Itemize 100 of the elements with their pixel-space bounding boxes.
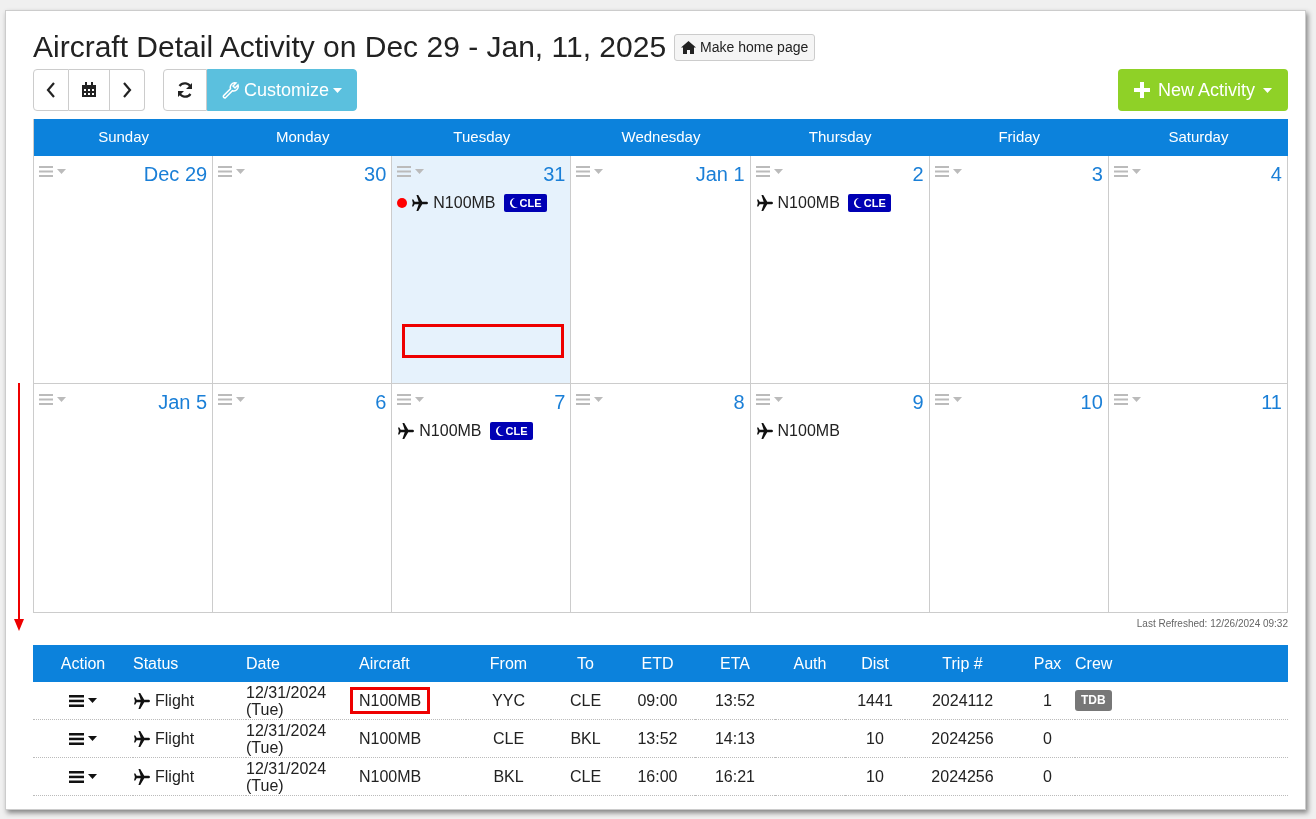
last-refreshed-text: Last Refreshed: 12/26/2024 09:32 [1135,617,1288,631]
menu-icon [69,732,84,745]
status-text: Flight [155,730,195,747]
day-number: 3 [1091,162,1103,187]
caret-icon [236,397,246,402]
day-number: 4 [1270,162,1282,187]
day-menu-button[interactable] [576,394,604,405]
refresh-icon [176,81,194,99]
day-number: 9 [912,390,924,415]
aircraft-event[interactable]: N100MB [777,419,840,443]
date-cell: 12/31/2024 (Tue) [246,720,359,758]
table-cell: CLE [569,692,602,709]
day-number: 10 [1080,390,1103,415]
table-cell: 14:13 [714,730,755,747]
page-title: Aircraft Detail Activity on Dec 29 - Jan, 11, 2025 [33,29,667,65]
airplane-icon [397,423,416,439]
airplane-icon [755,423,774,439]
day-number: 8 [733,390,745,415]
day-menu-button[interactable] [1113,166,1141,177]
menu-icon [576,166,591,177]
table-cell: 13:52 [714,692,755,709]
day-menu-button[interactable] [218,166,246,177]
weekday-header: Sunday [97,127,150,148]
caret-icon [57,397,66,402]
table-cell: 13:52 [637,730,678,747]
table-cell: 0 [1043,730,1052,747]
table-cell: 2024256 [931,730,994,747]
aircraft-event[interactable]: N100MB [433,191,496,215]
weekday-header: Thursday [807,127,873,148]
previous-button[interactable] [33,69,69,111]
location-badge: CLE [847,193,891,213]
aircraft-cell: N100MB [350,687,431,714]
table-cell: 1 [1043,692,1052,709]
aircraft-event[interactable]: N100MB [777,191,840,215]
menu-icon [39,394,53,405]
day-number: 6 [375,390,387,415]
menu-icon [218,166,233,177]
day-menu-button[interactable] [755,166,783,177]
column-header: Dist [845,645,905,682]
caret-icon [88,774,97,779]
menu-icon [39,166,53,177]
day-menu-button[interactable] [755,394,783,405]
caret-icon [952,397,962,402]
aircraft-event[interactable]: N100MB [419,419,482,443]
day-menu-button[interactable] [1113,394,1141,405]
column-header: Action [33,645,133,682]
day-menu-button[interactable] [39,166,66,177]
day-menu-button[interactable] [934,166,962,177]
day-menu-button[interactable] [39,394,66,405]
day-number: Jan 5 [158,390,208,415]
moon-icon [494,426,504,436]
menu-icon [576,394,591,405]
location-badge: CLE [503,193,547,213]
day-menu-button[interactable] [576,166,604,177]
next-button[interactable] [110,69,145,111]
action-menu-button[interactable] [69,732,97,745]
day-menu-button[interactable] [218,394,246,405]
caret-icon [57,169,66,174]
caret-icon [1131,169,1141,174]
crew-tag: TDB [1075,690,1112,711]
refresh-button[interactable] [163,69,207,111]
caret-icon [1263,87,1272,93]
table-cell: CLE [492,730,525,747]
table-cell: BKL [570,730,601,747]
make-home-page-button[interactable]: Make home page [674,33,816,61]
chevron-left-icon [46,82,56,98]
table-cell: 10 [866,768,884,785]
column-header: Status [133,645,246,682]
airplane-icon [133,730,151,747]
home-icon [681,40,697,54]
caret-icon [594,169,604,174]
caret-icon [773,169,783,174]
date-cell: 12/31/2024 (Tue) [246,682,359,720]
table-cell: YYC [492,692,525,709]
menu-icon [1113,166,1128,177]
day-menu-button[interactable] [397,166,425,177]
column-header: ETA [695,645,775,682]
caret-icon [88,736,97,741]
column-header: ETD [620,645,695,682]
column-header: Auth [775,645,845,682]
action-menu-button[interactable] [69,770,97,783]
menu-icon [397,166,412,177]
menu-icon [1113,394,1128,405]
day-menu-button[interactable] [397,394,425,405]
table-cell: BKL [493,768,524,785]
weekday-header: Tuesday [452,127,512,148]
alert-dot [397,198,408,208]
weekday-header: Wednesday [620,127,702,148]
day-number: 2 [912,162,924,187]
airplane-icon [133,768,151,785]
calendar-button[interactable] [69,69,110,111]
moon-icon [508,198,518,208]
day-menu-button[interactable] [934,394,962,405]
weekday-header: Saturday [1167,127,1230,148]
aircraft-cell: N100MB [359,768,422,785]
date-cell: 12/31/2024 (Tue) [246,758,359,796]
table-cell: 16:00 [637,768,678,785]
menu-icon [755,166,770,177]
action-menu-button[interactable] [69,694,97,707]
airplane-icon [133,692,151,709]
